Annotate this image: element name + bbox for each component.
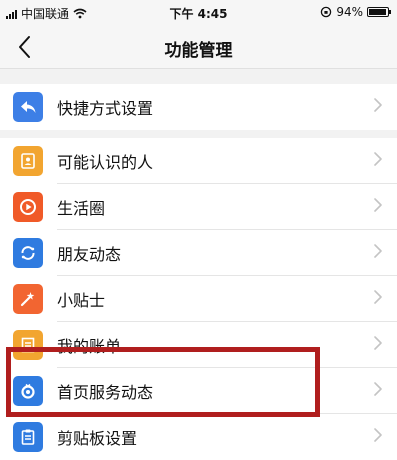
contact-card-icon <box>13 146 43 176</box>
share-arrow-icon <box>13 92 43 122</box>
settings-row-label: 我的账单 <box>57 337 122 356</box>
settings-row-label: 剪贴板设置 <box>57 429 138 448</box>
battery-fill <box>369 9 386 15</box>
orientation-lock-icon <box>321 6 332 18</box>
settings-row[interactable]: 可能认识的人 <box>0 138 397 184</box>
bill-icon <box>13 330 43 360</box>
battery-icon <box>367 7 391 17</box>
settings-row-label: 快捷方式设置 <box>57 99 154 118</box>
settings-group-features: 可能认识的人 生活圈朋友动态小贴士我的账单首页服务动态 剪贴板设置 <box>0 138 397 460</box>
chevron-right-icon <box>373 97 397 117</box>
chevron-right-icon <box>373 197 397 217</box>
chevron-right-icon <box>373 427 397 447</box>
settings-row-label: 可能认识的人 <box>57 153 154 172</box>
settings-row[interactable]: 生活圈 <box>0 184 397 230</box>
status-right: 94% <box>320 5 391 19</box>
settings-row[interactable]: 剪贴板设置 <box>0 414 397 460</box>
battery-percent: 94% <box>336 5 363 19</box>
status-bar: 中国联通 下午 4:45 94% <box>0 0 397 26</box>
settings-row-label: 朋友动态 <box>57 245 122 264</box>
magic-wand-icon <box>13 284 43 314</box>
chevron-right-icon <box>373 243 397 263</box>
chevron-right-icon <box>373 335 397 355</box>
navigation-bar: 功能管理 <box>0 26 397 69</box>
settings-row[interactable]: 小贴士 <box>0 276 397 322</box>
chevron-right-icon <box>373 151 397 171</box>
settings-row[interactable]: 快捷方式设置 <box>0 84 397 130</box>
settings-row-label: 生活圈 <box>57 199 106 218</box>
settings-group-shortcut: 快捷方式设置 <box>0 84 397 130</box>
clipboard-icon <box>13 422 43 452</box>
settings-row-label: 小贴士 <box>57 291 106 310</box>
sync-circle-icon <box>13 238 43 268</box>
ring-icon <box>13 376 43 406</box>
settings-row[interactable]: 首页服务动态 <box>0 368 397 414</box>
settings-row-label: 首页服务动态 <box>57 383 154 402</box>
chevron-right-icon <box>373 289 397 309</box>
page-title: 功能管理 <box>164 41 233 61</box>
chevron-right-icon <box>373 381 397 401</box>
settings-row[interactable]: 朋友动态 <box>0 230 397 276</box>
play-circle-icon <box>13 192 43 222</box>
settings-row[interactable]: 我的账单 <box>0 322 397 368</box>
